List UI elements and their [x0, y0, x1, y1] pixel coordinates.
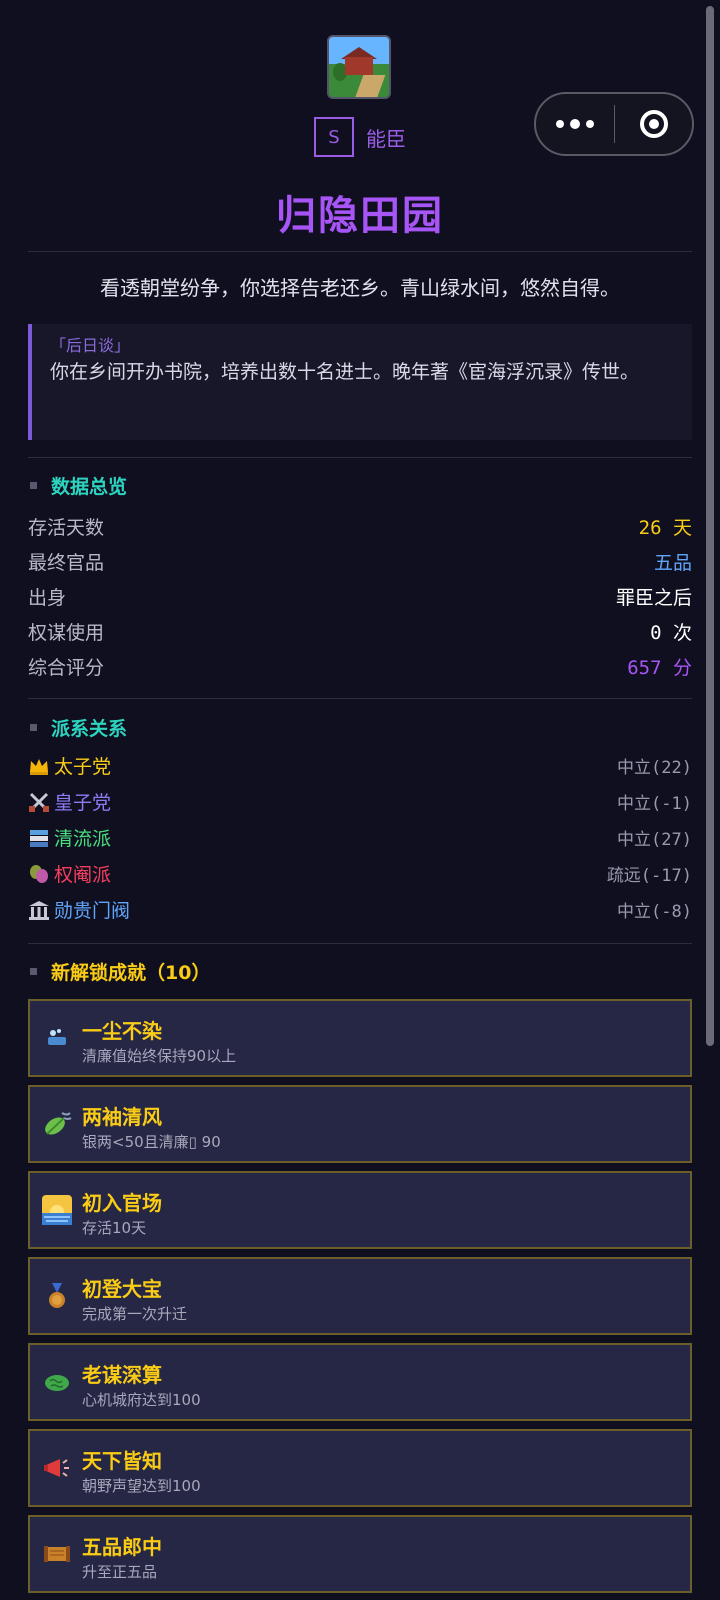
crossed-swords-icon	[29, 792, 49, 812]
bullet-square-icon	[30, 968, 37, 975]
faction-row: 勋贵门阀 中立(-8)	[28, 896, 692, 923]
stat-row: 出身 罪臣之后	[28, 583, 692, 610]
faction-name: 勋贵门阀	[54, 900, 131, 922]
faction-status: 中立(-1)	[617, 794, 692, 814]
faction-name: 皇子党	[54, 792, 112, 814]
achievement-desc: 心机城府达到100	[82, 1391, 201, 1409]
achievement-name: 初入官场	[82, 1191, 162, 1215]
soap-icon	[48, 1029, 66, 1045]
bullet-square-icon	[30, 724, 37, 731]
grade-label: 能臣	[366, 126, 406, 151]
achievement-card[interactable]: 五品郎中 升至正五品	[28, 1515, 692, 1593]
countryside-house-icon	[327, 35, 391, 99]
sunrise-icon	[42, 1195, 72, 1225]
scrollbar[interactable]	[706, 6, 714, 1046]
achievement-desc: 朝野声望达到100	[82, 1477, 201, 1495]
classical-building-icon	[29, 900, 49, 920]
divider	[28, 251, 692, 252]
divider	[28, 457, 692, 458]
achievement-desc: 存活10天	[82, 1219, 147, 1237]
achievement-desc: 银两<50且清廉▯ 90	[82, 1133, 221, 1151]
stat-row: 综合评分 657 分	[28, 653, 692, 680]
stat-label: 出身	[28, 587, 67, 609]
stat-label: 权谋使用	[28, 622, 105, 644]
achievement-desc: 完成第一次升迁	[82, 1305, 188, 1323]
achievement-card[interactable]: 一尘不染 清廉值始终保持90以上	[28, 999, 692, 1077]
faction-name: 权阉派	[54, 864, 112, 886]
faction-row: 权阉派 疏远(-17)	[28, 860, 692, 887]
theater-masks-icon	[30, 864, 48, 883]
achievement-name: 五品郎中	[82, 1535, 162, 1559]
faction-status: 中立(-8)	[617, 902, 692, 922]
stat-label: 综合评分	[28, 657, 105, 679]
achievement-card[interactable]: 老谋深算 心机城府达到100	[28, 1343, 692, 1421]
bullet-square-icon	[30, 482, 37, 489]
grade-badge: S	[314, 117, 354, 157]
medal-icon	[49, 1283, 65, 1308]
faction-row: 清流派 中立(27)	[28, 824, 692, 851]
epilogue-text: 你在乡间开办书院，培养出数十名进士。晚年著《宦海浮沉录》传世。	[50, 361, 640, 383]
achievement-card[interactable]: 两袖清风 银两<50且清廉▯ 90	[28, 1085, 692, 1163]
faction-status: 中立(22)	[617, 758, 692, 778]
stat-label: 最终官品	[28, 552, 105, 574]
grade-row: S 能臣	[0, 117, 720, 157]
achievement-name: 天下皆知	[82, 1449, 162, 1473]
epilogue-box: 「后日谈」 你在乡间开办书院，培养出数十名进士。晚年著《宦海浮沉录》传世。	[28, 324, 692, 440]
stat-value: 罪臣之后	[615, 587, 692, 609]
faction-name: 清流派	[54, 828, 112, 850]
faction-status: 中立(27)	[617, 830, 692, 850]
ending-summary: 看透朝堂纷争，你选择告老还乡。青山绿水间，悠然自得。	[100, 276, 620, 300]
crown-icon	[30, 758, 48, 775]
achievement-name: 一尘不染	[82, 1019, 162, 1043]
achievement-card[interactable]: 初登大宝 完成第一次升迁	[28, 1257, 692, 1335]
stat-label: 存活天数	[28, 517, 105, 539]
stat-value: 657 分	[627, 657, 692, 679]
achievement-name: 初登大宝	[82, 1277, 162, 1301]
divider	[28, 698, 692, 699]
faction-row: 太子党 中立(22)	[28, 752, 692, 779]
stat-row: 权谋使用 0 次	[28, 618, 692, 645]
brain-icon	[45, 1375, 69, 1391]
ending-page: S 能臣 归隐田园 看透朝堂纷争，你选择告老还乡。青山绿水间，悠然自得。 「后日…	[0, 0, 720, 1600]
scroll-icon	[44, 1546, 70, 1562]
megaphone-icon	[44, 1459, 69, 1477]
achievement-desc: 升至正五品	[82, 1563, 158, 1581]
stat-row: 存活天数 26 天	[28, 513, 692, 540]
factions-section-title: 派系关系	[30, 714, 127, 741]
stat-value: 五品	[653, 552, 692, 574]
achievement-name: 两袖清风	[82, 1105, 162, 1129]
stat-row: 最终官品 五品	[28, 548, 692, 575]
stat-value: 0 次	[650, 622, 692, 644]
stat-value: 26 天	[638, 517, 692, 539]
leaf-wind-icon	[45, 1112, 72, 1135]
faction-row: 皇子党 中立(-1)	[28, 788, 692, 815]
stats-section-title: 数据总览	[30, 472, 127, 499]
divider	[28, 943, 692, 944]
faction-status: 疏远(-17)	[606, 866, 692, 886]
faction-name: 太子党	[54, 756, 112, 778]
achievement-card[interactable]: 初入官场 存活10天	[28, 1171, 692, 1249]
achievement-card[interactable]: 天下皆知 朝野声望达到100	[28, 1429, 692, 1507]
achievement-name: 老谋深算	[82, 1363, 162, 1387]
achievement-desc: 清廉值始终保持90以上	[82, 1047, 237, 1065]
books-icon	[30, 829, 48, 847]
ending-title: 归隐田园	[276, 193, 444, 239]
achievements-section-title: 新解锁成就（10）	[30, 958, 210, 985]
